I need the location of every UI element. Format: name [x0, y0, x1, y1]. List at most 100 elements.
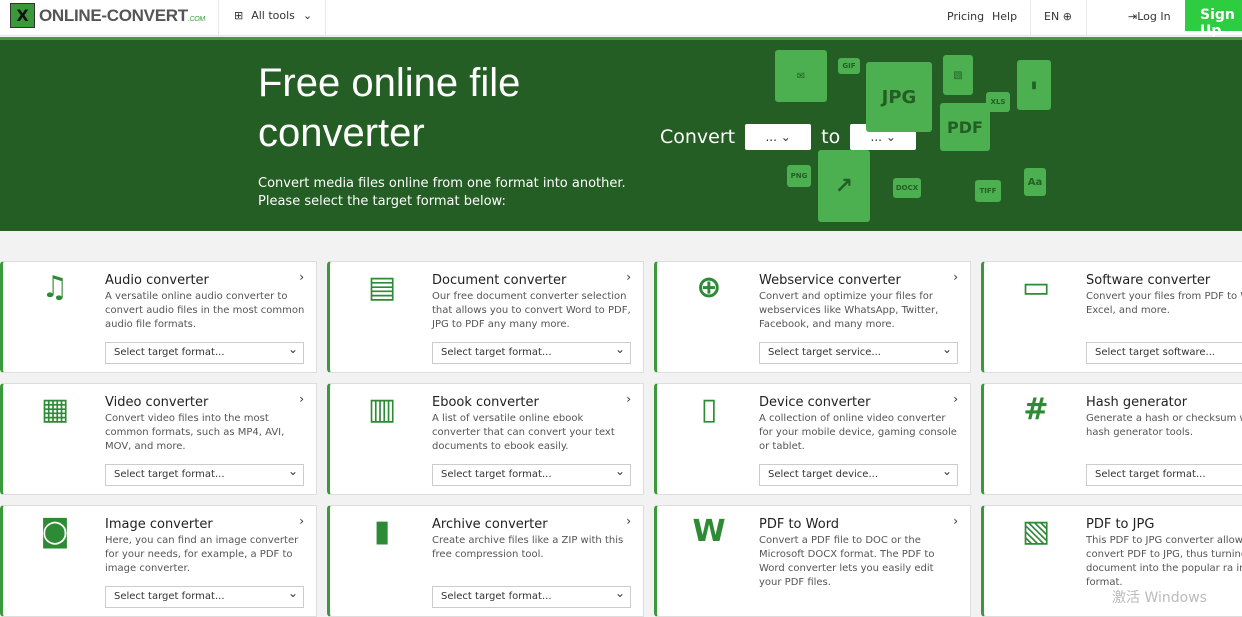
converter-card[interactable]: ▭ Software converter Convert your files …: [981, 261, 1242, 373]
card-description: Convert a PDF file to DOC or the Microso…: [759, 535, 935, 588]
target-format-select[interactable]: Select target service...: [759, 339, 958, 364]
converter-card[interactable]: # Hash generator Generate a hash or chec…: [981, 383, 1242, 495]
divider: [218, 0, 219, 36]
chevron-right-icon[interactable]: ›: [626, 514, 631, 528]
divider: [1086, 0, 1087, 36]
all-tools-label: All tools: [251, 9, 295, 22]
converter-card[interactable]: ⊕ Webservice converter Convert and optim…: [654, 261, 971, 373]
converter-card[interactable]: ▤ Document converter Our free document c…: [327, 261, 644, 373]
card-title[interactable]: Software converter: [1086, 273, 1210, 288]
image-file-icon: ▧: [943, 55, 973, 95]
zip-icon: ▮: [373, 514, 391, 549]
card-description: A collection of online video converter f…: [759, 413, 957, 452]
card-title[interactable]: Document converter: [432, 273, 566, 288]
word-file-icon: W: [692, 514, 726, 549]
target-format-select[interactable]: Select target device...: [759, 461, 958, 486]
hash-icon: #: [1023, 392, 1049, 427]
target-format-select[interactable]: Select target format...: [105, 583, 304, 608]
document-icon: ▤: [367, 270, 397, 305]
grid-icon: ⊞: [234, 9, 244, 22]
converter-grid: ♫ Audio converter A versatile online aud…: [0, 261, 1242, 617]
top-nav: X ONLINE-CONVERT.COM ⊞ All tools ⌄ Pricing…: [0, 0, 1242, 39]
divider: [325, 0, 326, 36]
card-title[interactable]: Device converter: [759, 395, 870, 410]
card-description: This PDF to JPG converter allows y conve…: [1086, 535, 1242, 588]
card-title[interactable]: Webservice converter: [759, 273, 901, 288]
divider: [1030, 0, 1031, 36]
card-title[interactable]: PDF to Word: [759, 517, 839, 532]
target-format-select[interactable]: Select target format...: [105, 339, 304, 364]
card-description: Convert your files from PDF to Wo to Exc…: [1086, 291, 1242, 316]
hero-banner: Free online file converter Convert media…: [0, 37, 1242, 231]
logo[interactable]: X ONLINE-CONVERT.COM: [10, 3, 205, 28]
card-title[interactable]: Video converter: [105, 395, 208, 410]
target-format-select[interactable]: Select target format...: [105, 461, 304, 486]
card-title[interactable]: Audio converter: [105, 273, 209, 288]
computer-icon: ▭: [1021, 270, 1051, 305]
chevron-right-icon[interactable]: ›: [953, 514, 958, 528]
chevron-right-icon[interactable]: ›: [299, 392, 304, 406]
music-icon: ♫: [41, 270, 69, 305]
image-file-icon: ▧: [1021, 514, 1051, 549]
png-file-icon: PNG: [787, 165, 811, 187]
converter-card[interactable]: ♫ Audio converter A versatile online aud…: [0, 261, 317, 373]
all-tools-menu[interactable]: ⊞ All tools ⌄: [234, 9, 312, 22]
chevron-right-icon[interactable]: ›: [299, 514, 304, 528]
chevron-right-icon[interactable]: ›: [953, 392, 958, 406]
language-selector[interactable]: EN ⊕: [1044, 10, 1072, 23]
converter-card[interactable]: ▦ Video converter Convert video files in…: [0, 383, 317, 495]
card-title[interactable]: Hash generator: [1086, 395, 1187, 410]
card-title[interactable]: PDF to JPG: [1086, 517, 1154, 532]
target-format-select[interactable]: Select target format...: [432, 583, 631, 608]
target-format-select[interactable]: Select target format...: [432, 339, 631, 364]
login-link[interactable]: ⇥Log In: [1128, 10, 1171, 23]
film-icon: ▦: [40, 392, 70, 427]
signup-button[interactable]: Sign Up: [1185, 0, 1242, 39]
globe-icon: ⊕: [696, 270, 722, 305]
card-title[interactable]: Ebook converter: [432, 395, 539, 410]
target-format-select[interactable]: Select target software...: [1086, 342, 1242, 364]
chevron-right-icon[interactable]: ›: [626, 270, 631, 284]
converter-card[interactable]: ▯ Device converter A collection of onlin…: [654, 383, 971, 495]
converter-card[interactable]: W PDF to Word Convert a PDF file to DOC …: [654, 505, 971, 617]
card-description: Here, you can find an image converter fo…: [105, 535, 299, 574]
page-title: Free online file converter: [258, 61, 521, 155]
chart-line-file-icon: ↗: [818, 150, 870, 222]
convert-label: Convert: [660, 126, 736, 148]
chevron-down-icon: ⌄: [302, 9, 313, 22]
chart-file-icon: ▮: [1017, 60, 1051, 110]
card-title[interactable]: Image converter: [105, 517, 213, 532]
help-link[interactable]: Help: [992, 10, 1017, 23]
docx-file-icon: DOCX: [893, 178, 921, 198]
logo-icon: X: [10, 3, 35, 28]
card-description: Create archive files like a ZIP with thi…: [432, 535, 624, 560]
globe-icon: ⊕: [1062, 10, 1072, 23]
chevron-right-icon[interactable]: ›: [626, 392, 631, 406]
converter-card[interactable]: ▮ Archive converter Create archive files…: [327, 505, 644, 617]
jpg-file-icon: JPG: [866, 62, 932, 132]
card-description: Convert video files into the most common…: [105, 413, 285, 452]
card-description: Generate a hash or checksum with hash ge…: [1086, 413, 1242, 438]
target-format-select[interactable]: Select target format...: [432, 461, 631, 486]
windows-watermark: 激活 Windows: [1112, 590, 1207, 606]
card-description: A list of versatile online ebook convert…: [432, 413, 615, 452]
converter-card[interactable]: ◙ Image converter Here, you can find an …: [0, 505, 317, 617]
login-icon: ⇥: [1128, 10, 1138, 23]
target-format-select[interactable]: Select target format...: [1086, 464, 1242, 486]
card-description: Convert and optimize your files for webs…: [759, 291, 939, 330]
chevron-right-icon[interactable]: ›: [299, 270, 304, 284]
card-description: Our free document converter selection th…: [432, 291, 631, 330]
tiff-file-icon: TIFF: [975, 180, 1001, 202]
from-format-select[interactable]: ... ⌄: [745, 124, 812, 150]
tablet-icon: ▯: [700, 392, 718, 427]
logo-text: ONLINE-CONVERT.COM: [39, 5, 205, 25]
hero-subtitle: Convert media files online from one form…: [258, 176, 626, 209]
chevron-right-icon[interactable]: ›: [953, 270, 958, 284]
card-title[interactable]: Archive converter: [432, 517, 548, 532]
pricing-link[interactable]: Pricing: [947, 10, 984, 23]
converter-card[interactable]: ▥ Ebook converter A list of versatile on…: [327, 383, 644, 495]
to-label: to: [821, 126, 841, 148]
camera-icon: ◙: [40, 514, 70, 549]
books-icon: ▥: [367, 392, 397, 427]
pdf-file-icon: PDF: [940, 103, 990, 151]
